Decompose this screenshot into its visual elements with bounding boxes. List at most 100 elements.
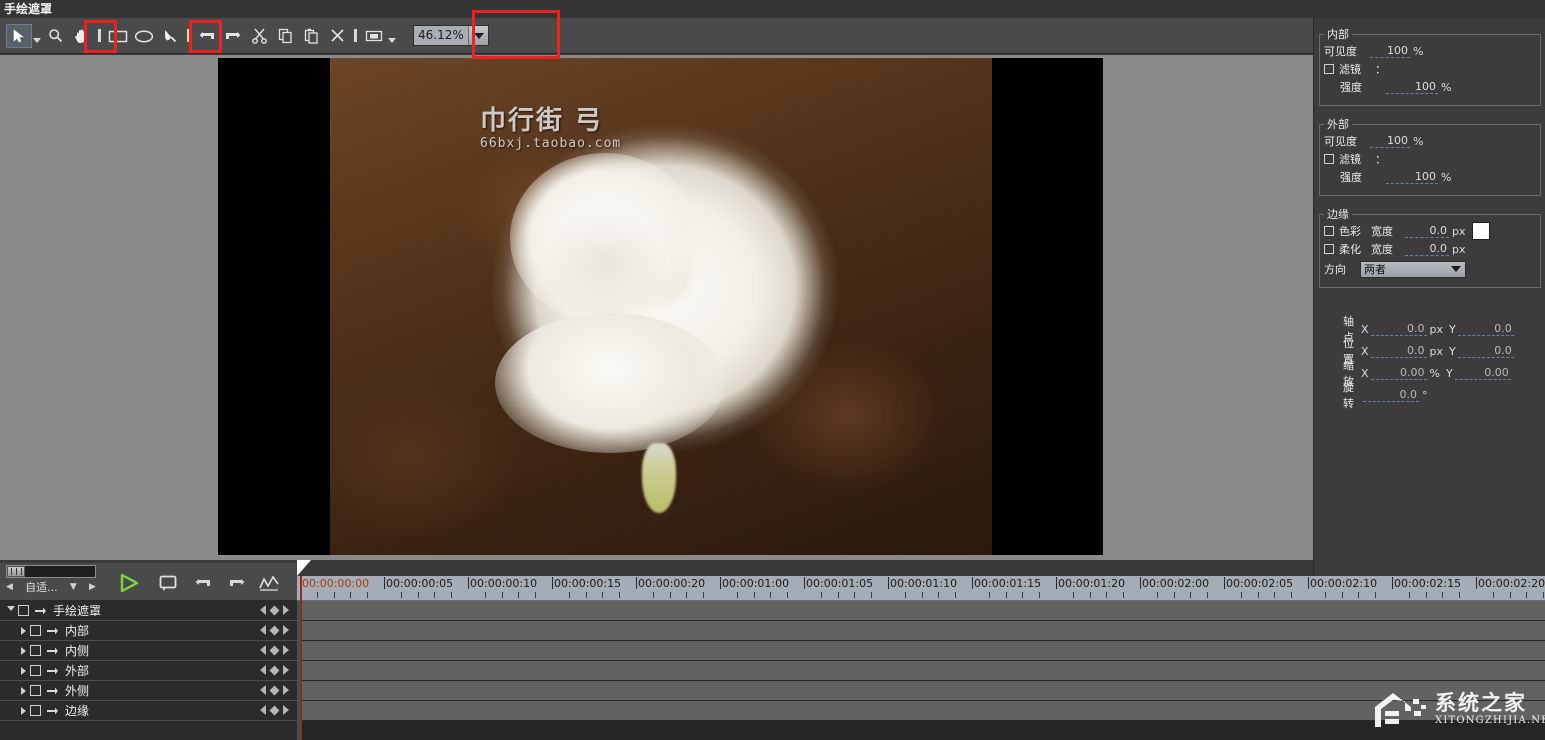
- layer-visibility-checkbox[interactable]: [30, 685, 41, 696]
- value-anchor-x[interactable]: 0.0: [1371, 322, 1427, 336]
- keyframe-diamond-icon[interactable]: [270, 665, 280, 675]
- keyframe-nav[interactable]: [260, 645, 289, 655]
- prev-keyframe-icon[interactable]: [260, 665, 266, 675]
- expand-triangle-icon[interactable]: [16, 647, 30, 655]
- value-outer-visibility[interactable]: 100: [1370, 135, 1410, 148]
- timeline-zoom-slider[interactable]: [6, 565, 96, 578]
- checkbox-edge-soften[interactable]: [1324, 244, 1334, 254]
- checkbox-inner-filter[interactable]: [1324, 64, 1334, 74]
- layer-row-2[interactable]: 内侧: [0, 641, 297, 661]
- layer-row-0[interactable]: 手绘遮罩: [0, 601, 297, 621]
- timeline-ruler[interactable]: 00:00:00:0000:00:00:0500:00:00:1000:00:0…: [297, 576, 1545, 601]
- layer-link-icon[interactable]: [46, 625, 60, 636]
- value-scale-y[interactable]: 0.00: [1455, 366, 1511, 380]
- prev-keyframe-icon[interactable]: [260, 625, 266, 635]
- value-outer-strength[interactable]: 100: [1386, 171, 1438, 184]
- checkbox-outer-filter[interactable]: [1324, 154, 1334, 164]
- row-edge-direction[interactable]: 方向 两者: [1320, 258, 1540, 280]
- track-row-1[interactable]: [297, 621, 1545, 641]
- keyframe-diamond-icon[interactable]: [270, 705, 280, 715]
- layer-link-icon[interactable]: [46, 645, 60, 656]
- pen-tool-button[interactable]: [157, 24, 183, 48]
- layer-visibility-checkbox[interactable]: [30, 645, 41, 656]
- row-edge-soften[interactable]: 柔化 宽度 0.0 px: [1320, 240, 1540, 258]
- redo-button[interactable]: [220, 24, 246, 48]
- layer-link-icon[interactable]: [46, 665, 60, 676]
- layer-visibility-checkbox[interactable]: [30, 625, 41, 636]
- copy-button[interactable]: [272, 24, 298, 48]
- row-outer-filter[interactable]: 滤镜 ：: [1320, 150, 1540, 168]
- row-inner-strength[interactable]: 强度 100 %: [1320, 78, 1540, 96]
- value-position-y[interactable]: 0.0: [1458, 344, 1514, 358]
- zoom-dropdown-arrow[interactable]: [468, 26, 488, 45]
- delete-button[interactable]: [324, 24, 350, 48]
- timeline-undo-button[interactable]: [190, 572, 216, 594]
- timeline-redo-button[interactable]: [224, 572, 250, 594]
- keyframe-nav[interactable]: [260, 665, 289, 675]
- layer-link-icon[interactable]: [46, 685, 60, 696]
- paste-button[interactable]: [298, 24, 324, 48]
- value-anchor-y[interactable]: 0.0: [1458, 322, 1514, 336]
- comment-button[interactable]: [155, 572, 181, 594]
- value-inner-strength[interactable]: 100: [1386, 81, 1438, 94]
- hand-tool-button[interactable]: [68, 24, 94, 48]
- value-position-x[interactable]: 0.0: [1371, 344, 1427, 358]
- expand-triangle-icon[interactable]: [16, 707, 30, 715]
- next-keyframe-icon[interactable]: [283, 685, 289, 695]
- undo-button[interactable]: [194, 24, 220, 48]
- preset-combo[interactable]: ◀ 自适... ▼ ▶: [6, 580, 96, 594]
- track-row-3[interactable]: [297, 661, 1545, 681]
- graph-editor-button[interactable]: [256, 572, 282, 594]
- expand-triangle-icon[interactable]: [16, 667, 30, 675]
- fit-view-button[interactable]: [361, 24, 387, 48]
- track-row-5[interactable]: [297, 701, 1545, 721]
- row-rotation[interactable]: 旋转 0.0 °: [1319, 384, 1545, 406]
- row-inner-filter[interactable]: 滤镜 ：: [1320, 60, 1540, 78]
- next-keyframe-icon[interactable]: [283, 605, 289, 615]
- layer-link-icon[interactable]: [34, 605, 48, 616]
- expand-triangle-icon[interactable]: [16, 627, 30, 635]
- keyframe-nav[interactable]: [260, 685, 289, 695]
- layer-visibility-checkbox[interactable]: [30, 705, 41, 716]
- zoom-level-value[interactable]: 46.12%: [414, 26, 468, 45]
- collapse-triangle-icon[interactable]: [4, 606, 18, 615]
- play-button[interactable]: [116, 572, 142, 594]
- edge-color-swatch[interactable]: [1472, 222, 1490, 240]
- keyframe-diamond-icon[interactable]: [270, 625, 280, 635]
- keyframe-nav[interactable]: [260, 605, 289, 615]
- prev-keyframe-icon[interactable]: [260, 685, 266, 695]
- slider-thumb[interactable]: [7, 566, 25, 577]
- checkbox-edge-color[interactable]: [1324, 226, 1334, 236]
- keyframe-nav[interactable]: [260, 625, 289, 635]
- row-inner-visibility[interactable]: 可见度 100 %: [1320, 42, 1540, 60]
- prev-preset-arrow[interactable]: ◀: [6, 582, 13, 592]
- next-keyframe-icon[interactable]: [283, 665, 289, 675]
- zoom-tool-button[interactable]: [42, 24, 68, 48]
- keyframe-diamond-icon[interactable]: [270, 685, 280, 695]
- next-keyframe-icon[interactable]: [283, 645, 289, 655]
- next-preset-arrow[interactable]: ▶: [89, 582, 96, 592]
- cut-button[interactable]: [246, 24, 272, 48]
- keyframe-diamond-icon[interactable]: [270, 605, 280, 615]
- value-rotation[interactable]: 0.0: [1363, 388, 1419, 402]
- layer-row-4[interactable]: 外侧: [0, 681, 297, 701]
- keyframe-nav[interactable]: [260, 705, 289, 715]
- preview-canvas[interactable]: 巾行街 弓 66bxj.taobao.com: [0, 55, 1313, 560]
- next-keyframe-icon[interactable]: [283, 625, 289, 635]
- value-edge-soften-width[interactable]: 0.0: [1405, 243, 1449, 256]
- layer-visibility-checkbox[interactable]: [30, 665, 41, 676]
- expand-triangle-icon[interactable]: [16, 687, 30, 695]
- row-outer-strength[interactable]: 强度 100 %: [1320, 168, 1540, 186]
- next-keyframe-icon[interactable]: [283, 705, 289, 715]
- rectangle-tool-button[interactable]: [105, 24, 131, 48]
- edge-direction-select[interactable]: 两者: [1360, 261, 1466, 278]
- track-row-2[interactable]: [297, 641, 1545, 661]
- track-row-0[interactable]: [297, 601, 1545, 621]
- track-row-4[interactable]: [297, 681, 1545, 701]
- chevron-down-icon[interactable]: [387, 24, 397, 48]
- layer-link-icon[interactable]: [46, 705, 60, 716]
- preset-dropdown-arrow[interactable]: ▼: [70, 582, 77, 592]
- selection-tool-button[interactable]: [6, 24, 32, 48]
- row-edge-color[interactable]: 色彩 宽度 0.0 px: [1320, 222, 1540, 240]
- prev-keyframe-icon[interactable]: [260, 605, 266, 615]
